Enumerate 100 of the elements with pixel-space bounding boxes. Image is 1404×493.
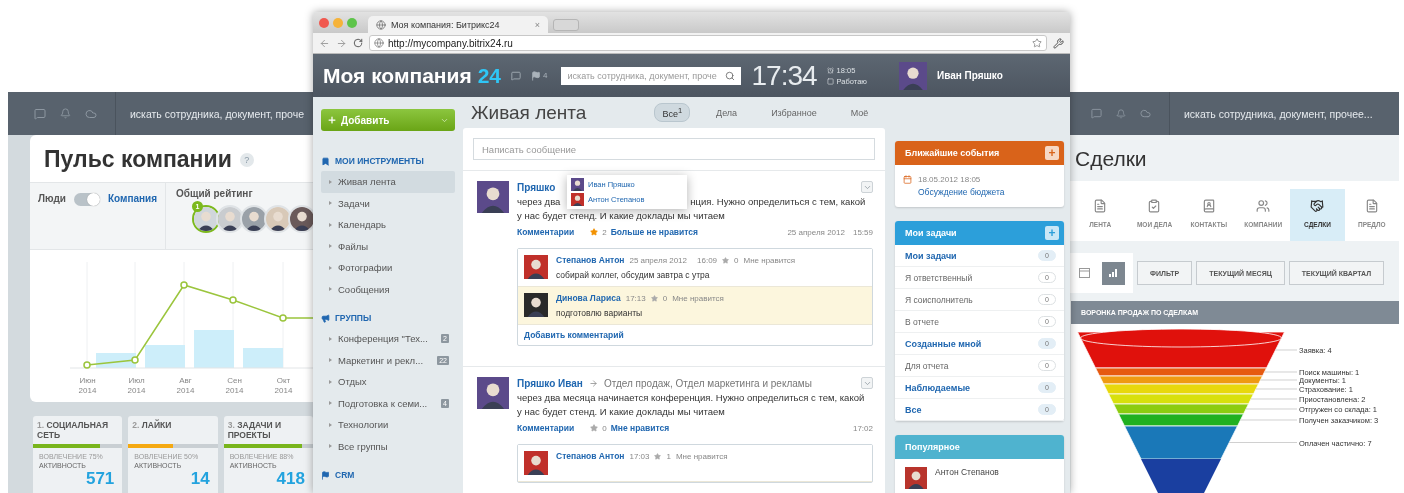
company-name[interactable]: Моя компания: [323, 63, 472, 88]
axis-label: Окт 2014: [273, 376, 294, 396]
plus-icon: [327, 115, 337, 125]
sidebar-item[interactable]: Технологии: [321, 414, 455, 436]
chart-bar: [145, 345, 185, 368]
post-text: у нас будет стенд. И какие доклады мы читаем: [517, 406, 725, 417]
comment-text: собирай коллег, обсудим завтра с утра: [556, 270, 711, 280]
chart-point: [279, 314, 287, 322]
person-name[interactable]: Антон Степанов: [935, 467, 999, 489]
activity-value: 418: [276, 470, 306, 487]
company-suffix: 24: [477, 63, 502, 88]
flag-icon[interactable]: [531, 70, 542, 81]
sidebar-item[interactable]: Сообщения: [321, 278, 455, 300]
widget-title: Популярное: [905, 442, 960, 452]
cloud-icon[interactable]: [1140, 108, 1151, 119]
like-count: 0: [662, 293, 668, 303]
megaphone-icon: [321, 313, 330, 323]
people-icon: [1256, 199, 1271, 213]
like-link[interactable]: Мне нравится: [743, 255, 796, 265]
axis-label: Июл 2014: [126, 376, 147, 396]
sidebar-item[interactable]: Фотографии: [321, 257, 455, 279]
search-field[interactable]: искать сотрудника, документ, прочее...: [1170, 107, 1373, 120]
alarm-icon: [826, 66, 834, 74]
reload-icon[interactable]: [353, 38, 363, 48]
section-title[interactable]: МОИ ИНСТРУМЕНТЫ: [335, 156, 424, 166]
chat-icon[interactable]: [34, 107, 46, 120]
leader-line: [1228, 442, 1298, 443]
like-link[interactable]: Мне нравится: [675, 451, 728, 461]
add-comment-link[interactable]: Добавить комментарий: [518, 325, 872, 345]
sidebar-item[interactable]: Задачи: [321, 192, 455, 214]
star-icon: [650, 294, 658, 302]
address-field[interactable]: http://mycompany.bitrix24.ru: [369, 35, 1047, 51]
new-tab-button[interactable]: [553, 19, 579, 31]
event-link[interactable]: Обсуждение бюджета: [918, 187, 1005, 197]
task-label: Созданные мной: [905, 338, 982, 349]
rating-title: Общий рейтинг: [176, 188, 254, 199]
like-count: 2: [602, 227, 607, 237]
globe-icon: [374, 38, 384, 48]
sidebar-item[interactable]: Все группы: [321, 435, 455, 457]
comment-time: 16:09: [697, 255, 718, 265]
calendar-icon: [903, 175, 912, 184]
sidebar-item[interactable]: Отдых: [321, 371, 455, 393]
window-close-button[interactable]: [319, 17, 329, 28]
stat-title: 2. ЛАЙКИ: [131, 418, 173, 432]
sidebar-item[interactable]: Живая лента: [321, 171, 455, 193]
contact-book-icon: [1201, 199, 1216, 213]
like-count: 0: [602, 423, 607, 433]
view-button[interactable]: [1102, 261, 1125, 285]
like-link[interactable]: Мне нравится: [672, 293, 724, 303]
section-title[interactable]: ГРУППЫ: [335, 313, 372, 323]
axis-label: Сен 2014: [224, 376, 245, 396]
widget-title: Ближайшие события: [905, 148, 1000, 158]
chart-bar: [194, 330, 234, 368]
window-zoom-button[interactable]: [347, 17, 357, 28]
like-link[interactable]: Мне нравится: [610, 423, 670, 433]
bookmark-star-icon[interactable]: [1032, 38, 1042, 48]
comments-link[interactable]: Комментарии: [517, 423, 575, 433]
chat-icon[interactable]: [511, 70, 522, 81]
star-icon: [722, 256, 730, 264]
cloud-icon[interactable]: [85, 107, 97, 120]
back-icon[interactable]: [319, 37, 330, 49]
comment-time: 17:03: [629, 451, 650, 461]
chat-icon[interactable]: [1091, 108, 1102, 119]
comment-author[interactable]: Динова Лариса: [556, 293, 621, 303]
toggle-label: Люди: [38, 193, 66, 204]
search-field[interactable]: искать сотрудника, документ, проче: [116, 107, 305, 120]
sidebar-item[interactable]: Календарь: [321, 214, 455, 236]
event-date: 18.05.2012 18:05: [918, 175, 982, 184]
toggle-switch[interactable]: [73, 193, 100, 206]
author-link[interactable]: Пряшко Иван: [517, 377, 583, 389]
filter-tab[interactable]: Все$^{1}$: [654, 103, 691, 122]
comments-link[interactable]: Комментарии: [517, 227, 575, 237]
user-name[interactable]: Иван Пряшко: [936, 70, 1003, 81]
sidebar-item[interactable]: Файлы: [321, 235, 455, 257]
collapse-button[interactable]: [861, 377, 873, 389]
widget-title: Мои задачи: [905, 228, 957, 238]
bookmark-icon: [321, 156, 330, 166]
bell-icon[interactable]: [1116, 108, 1126, 119]
post-time: 15:59: [852, 227, 873, 237]
post-text: нция. Нужно определиться с тем, какой: [690, 196, 866, 207]
stat-title: 3. ЗАДАЧИ И ПРОЕКТЫ: [226, 419, 282, 442]
author-link[interactable]: Пряшко: [517, 181, 556, 193]
axis-label: Авг 2014: [175, 376, 196, 396]
chart-point: [180, 281, 188, 289]
collapse-button[interactable]: [861, 181, 873, 193]
comment-author[interactable]: Степанов Антон: [556, 451, 625, 461]
tab-close-button[interactable]: ×: [534, 19, 540, 30]
browser-tab[interactable]: Моя компания: Битрикс24 ×: [368, 16, 548, 33]
chart-point: [131, 356, 139, 364]
section-title[interactable]: CRM: [335, 470, 355, 480]
like-link[interactable]: Больше не нравится: [610, 227, 699, 237]
forward-icon[interactable]: [336, 37, 347, 49]
post-text: у нас будет стенд. И какие доклады мы читаем: [517, 210, 725, 221]
bell-icon[interactable]: [60, 108, 71, 119]
post-date: 25 апреля 2012: [787, 227, 845, 237]
toggle-label: Компания: [107, 193, 158, 204]
chart-point: [83, 361, 91, 369]
wrench-icon[interactable]: [1053, 37, 1064, 49]
window-minimize-button[interactable]: [333, 17, 343, 28]
comment-author[interactable]: Степанов Антон: [556, 255, 625, 265]
